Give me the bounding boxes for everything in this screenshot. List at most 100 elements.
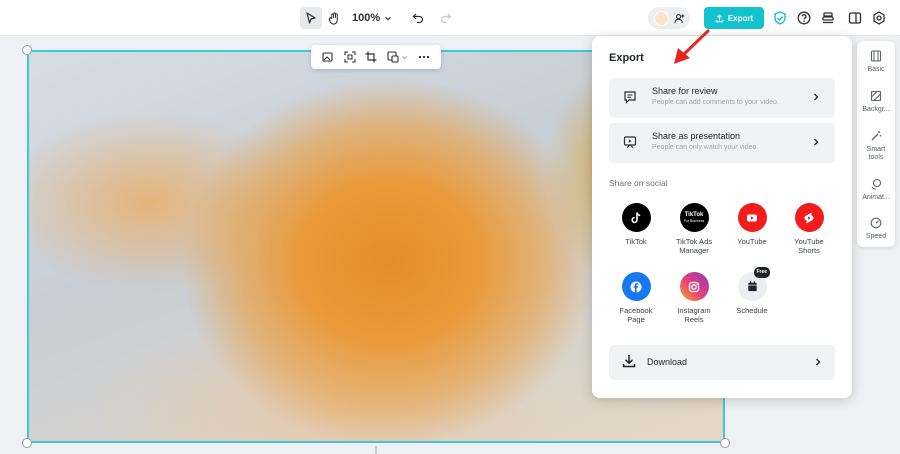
social-youtube-shorts-button[interactable]: YouTube Shorts xyxy=(781,203,837,255)
social-facebook-button[interactable]: Facebook Page xyxy=(608,272,664,324)
social-youtube-button[interactable]: YouTube xyxy=(724,203,780,246)
hand-icon xyxy=(328,11,338,25)
social-tiktok-button[interactable]: TikTok xyxy=(608,203,664,246)
focus-icon xyxy=(344,51,356,63)
rail-label: Animat... xyxy=(862,194,890,201)
resize-handle-bottom-right[interactable] xyxy=(720,438,730,448)
social-tiktok-ads-button[interactable]: TikTok For Business TikTok Ads Manager xyxy=(666,203,722,255)
properties-rail: Basic Backgr... Smart tools Animat... Sp… xyxy=(857,41,895,247)
rail-label: Speed xyxy=(865,233,887,240)
share-on-social-heading: Share on social xyxy=(609,178,668,188)
comment-icon xyxy=(624,91,636,104)
timeline-marker xyxy=(375,446,377,454)
animation-icon xyxy=(871,178,882,190)
social-label: YouTube Shorts xyxy=(794,237,824,255)
zoom-value: 100% xyxy=(352,12,381,24)
social-label: Instagram Reels xyxy=(677,306,711,324)
panel-title: Export xyxy=(609,52,644,64)
instagram-icon xyxy=(679,272,709,301)
export-panel: Export Share for review People can add c… xyxy=(592,36,852,398)
split-panel-icon xyxy=(848,12,862,24)
rail-item-animation[interactable]: Animat... xyxy=(857,178,895,202)
image-toolbar xyxy=(311,45,441,69)
speed-icon xyxy=(870,217,882,229)
youtube-icon xyxy=(737,203,767,232)
cursor-icon xyxy=(306,12,316,24)
share-as-presentation-button[interactable]: Share as presentation People can only wa… xyxy=(609,123,835,163)
export-button[interactable]: Export xyxy=(704,7,764,29)
settings-button[interactable] xyxy=(870,9,888,27)
panel-toggle-button[interactable] xyxy=(846,9,864,27)
rail-label: Smart tools xyxy=(866,146,886,161)
rail-item-background[interactable]: Backgr... xyxy=(857,90,895,114)
shield-check-icon xyxy=(774,11,786,25)
hand-tool-button[interactable] xyxy=(323,7,345,29)
shield-button[interactable] xyxy=(771,9,789,27)
rail-item-basic[interactable]: Basic xyxy=(857,50,895,74)
avatar xyxy=(653,10,669,26)
help-button[interactable] xyxy=(795,9,813,27)
tiktok-business-logo-subtext: For Business xyxy=(683,218,705,223)
gear-icon xyxy=(873,11,885,25)
redo-icon xyxy=(440,13,452,24)
share-presentation-title: Share as presentation xyxy=(652,131,741,141)
social-label: TikTok Ads Manager xyxy=(676,237,712,255)
top-toolbar: 100% Export xyxy=(0,0,900,36)
download-icon xyxy=(622,355,636,368)
background-icon xyxy=(870,90,882,102)
rail-item-speed[interactable]: Speed xyxy=(857,217,895,241)
chevron-right-icon xyxy=(814,93,819,101)
social-schedule-button[interactable]: Free Schedule xyxy=(724,267,780,315)
magic-wand-icon xyxy=(871,131,882,141)
share-review-subtitle: People can add comments to your video. xyxy=(652,99,779,106)
collaborators-pill[interactable] xyxy=(648,7,690,29)
crop-button[interactable] xyxy=(365,51,377,63)
facebook-icon xyxy=(621,272,651,301)
share-review-title: Share for review xyxy=(652,86,718,96)
download-label: Download xyxy=(647,357,688,367)
effects-dropdown[interactable] xyxy=(387,51,408,63)
presentation-icon xyxy=(623,136,637,148)
tiktok-icon xyxy=(621,203,651,232)
rail-item-smart-tools[interactable]: Smart tools xyxy=(857,130,895,162)
help-icon xyxy=(797,11,811,25)
chevron-right-icon xyxy=(814,138,819,146)
chevron-right-icon xyxy=(816,358,821,366)
upload-icon xyxy=(715,13,724,22)
social-label: Schedule xyxy=(736,306,768,315)
social-label: Facebook Page xyxy=(619,306,653,324)
resize-handle-bottom-left[interactable] xyxy=(22,438,32,448)
rail-label: Basic xyxy=(867,66,885,73)
resize-handle-top-left[interactable] xyxy=(22,45,32,55)
undo-button[interactable] xyxy=(407,7,429,29)
share-for-review-button[interactable]: Share for review People can add comments… xyxy=(609,78,835,118)
more-icon xyxy=(418,55,430,59)
layers-icon xyxy=(822,12,834,24)
chevron-down-icon xyxy=(402,55,408,59)
add-user-icon xyxy=(673,13,684,23)
layers-button[interactable] xyxy=(819,9,837,27)
social-label: YouTube xyxy=(737,237,767,246)
youtube-shorts-icon xyxy=(794,203,824,232)
image-effects-icon xyxy=(387,51,399,63)
chevron-down-icon xyxy=(385,16,391,20)
undo-icon xyxy=(412,13,424,24)
calendar-icon: Free xyxy=(737,267,771,301)
replace-image-button[interactable] xyxy=(322,51,334,63)
annotation-arrow-icon xyxy=(674,29,710,64)
free-badge: Free xyxy=(753,267,771,278)
rail-label: Backgr... xyxy=(862,106,890,113)
social-instagram-button[interactable]: Instagram Reels xyxy=(666,272,722,324)
crop-icon xyxy=(365,51,377,63)
social-label: TikTok xyxy=(625,237,647,246)
redo-button[interactable] xyxy=(435,7,457,29)
image-add-icon xyxy=(322,52,333,62)
zoom-dropdown[interactable]: 100% xyxy=(352,7,392,29)
export-label: Export xyxy=(727,13,754,23)
tiktok-business-icon: TikTok For Business xyxy=(679,203,709,232)
focus-button[interactable] xyxy=(344,51,356,63)
download-button[interactable]: Download xyxy=(609,345,835,380)
more-options-button[interactable] xyxy=(418,51,430,63)
select-tool-button[interactable] xyxy=(300,7,322,29)
share-presentation-subtitle: People can only watch your video. xyxy=(652,144,759,151)
